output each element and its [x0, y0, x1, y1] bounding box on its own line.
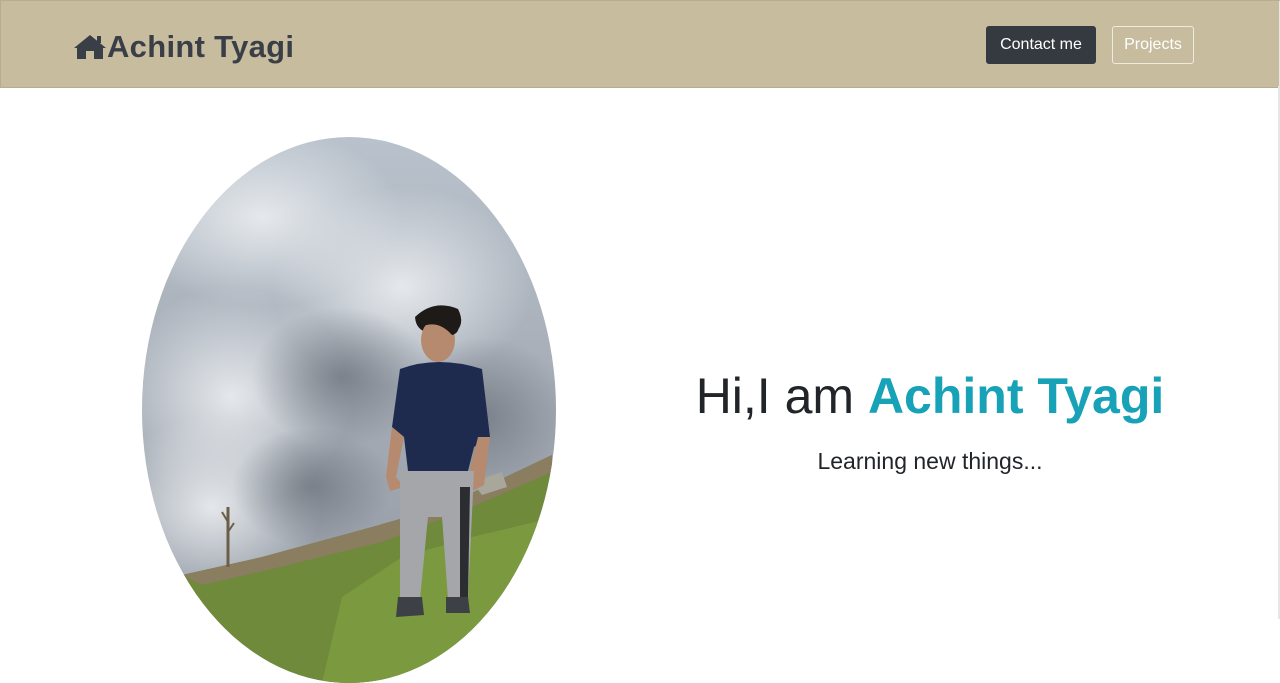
greeting-prefix: Hi,I am [695, 368, 868, 424]
hero-text: Hi,I am Achint Tyagi Learning new things… [640, 362, 1220, 476]
navbar: Achint Tyagi Contact me Projects [0, 0, 1280, 88]
brand-link[interactable]: Achint Tyagi [73, 29, 294, 65]
hero-greeting: Hi,I am Achint Tyagi [640, 362, 1220, 430]
brand-name: Achint Tyagi [107, 29, 295, 64]
projects-button[interactable]: Projects [1112, 26, 1194, 64]
home-icon [73, 33, 107, 61]
greeting-name: Achint Tyagi [867, 368, 1165, 424]
contact-me-button[interactable]: Contact me [986, 26, 1096, 64]
hero-tagline: Learning new things... [817, 448, 1043, 474]
profile-photo [142, 137, 556, 683]
